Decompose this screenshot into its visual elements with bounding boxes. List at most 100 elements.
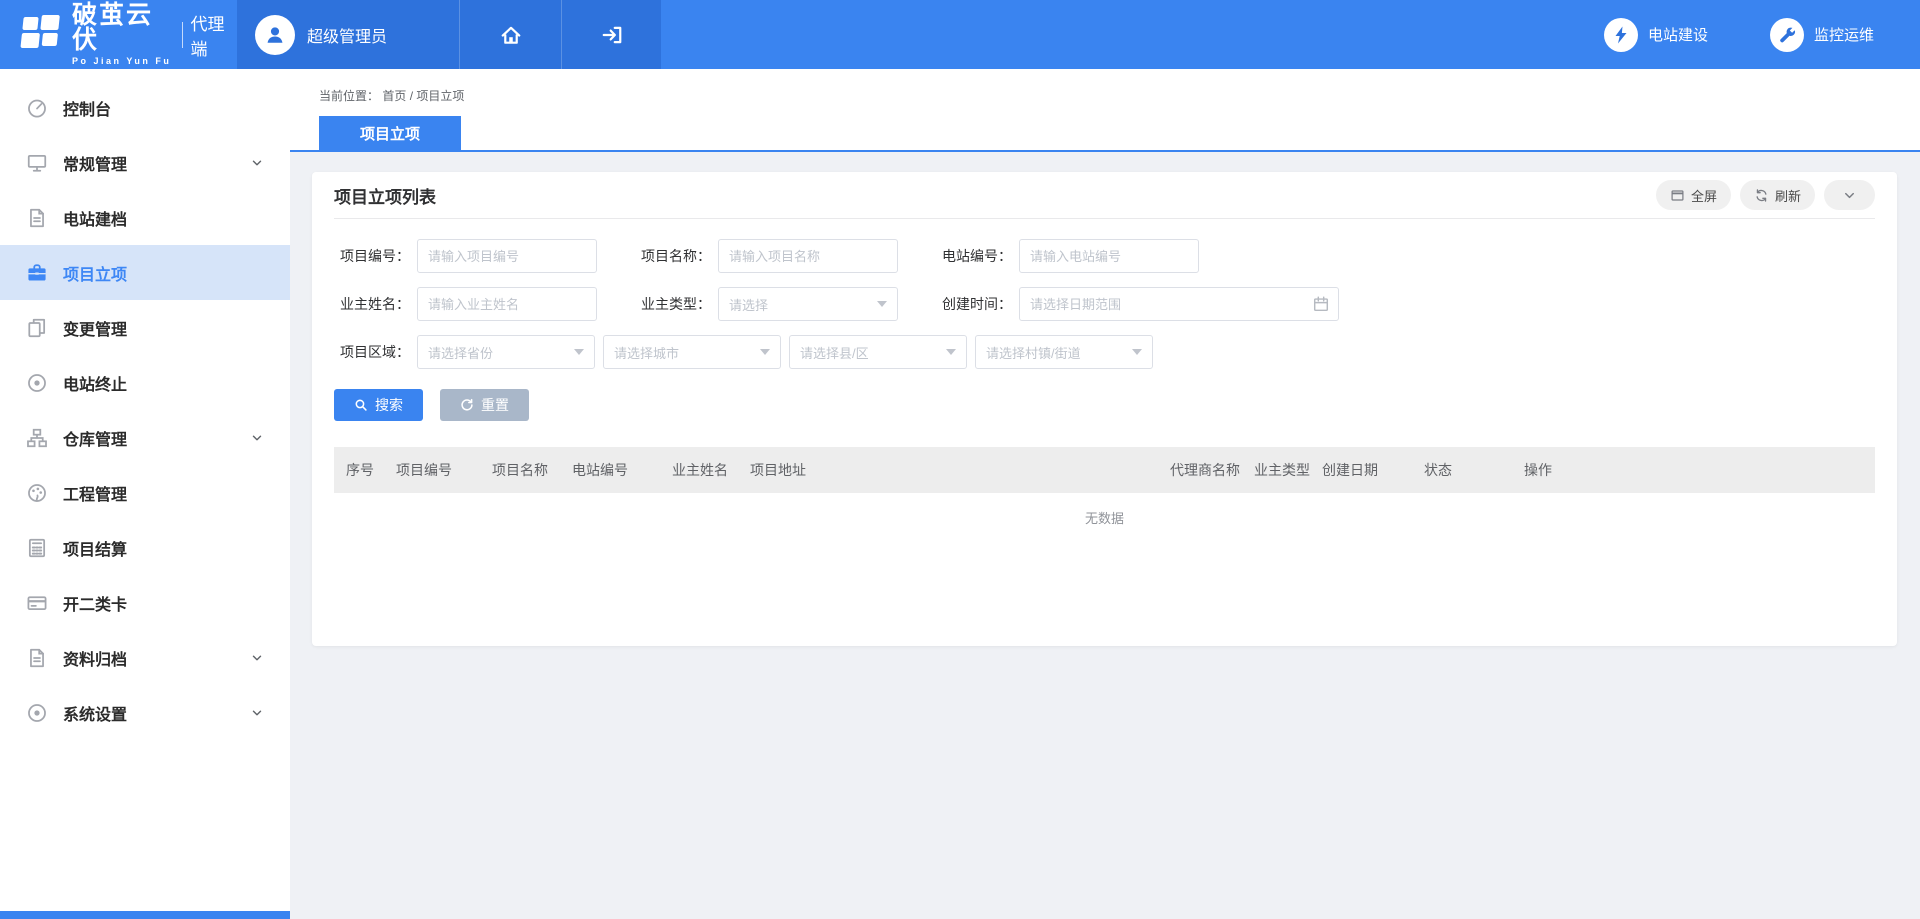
col-create-date: 创建日期 [1310, 460, 1412, 480]
brand-subtitle: Po Jian Yun Fu [72, 57, 172, 66]
project-name-input[interactable] [718, 239, 898, 273]
township-select[interactable]: 请选择村镇/街道 [975, 335, 1153, 369]
date-range-input[interactable] [1019, 287, 1339, 321]
top-bar: 破茧云伏 Po Jian Yun Fu 代理端 超级管理员 [0, 0, 1920, 69]
palette-icon [26, 482, 48, 504]
city-select[interactable]: 请选择城市 [603, 335, 781, 369]
wrench-icon [1770, 18, 1804, 52]
caret-down-icon [946, 349, 956, 355]
monitor-ops-action[interactable]: 监控运维 [1770, 18, 1874, 52]
reset-button[interactable]: 重置 [440, 389, 529, 421]
collapse-panel-button[interactable] [1824, 180, 1875, 210]
caret-down-icon [877, 301, 887, 307]
search-button[interactable]: 搜索 [334, 389, 423, 421]
project-code-input[interactable] [417, 239, 597, 273]
project-table: 序号 项目编号 项目名称 电站编号 业主姓名 项目地址 代理商名称 业主类型 创… [334, 447, 1875, 541]
logout-icon [601, 24, 623, 46]
breadcrumb-prefix: 当前位置： [319, 89, 379, 103]
station-build-label: 电站建设 [1648, 24, 1708, 45]
refresh-icon [1754, 188, 1769, 203]
region-label: 项目区域： [334, 342, 410, 362]
user-menu[interactable]: 超级管理员 [237, 0, 459, 69]
project-name-label: 项目名称： [635, 246, 711, 266]
user-name: 超级管理员 [307, 23, 387, 47]
portal-label: 代理端 [191, 10, 237, 60]
col-owner-name: 业主姓名 [660, 460, 738, 480]
project-code-label: 项目编号： [334, 246, 410, 266]
create-time-label: 创建时间： [936, 294, 1012, 314]
target-icon [26, 372, 48, 394]
col-station-code: 电站编号 [560, 460, 660, 480]
owner-type-select[interactable]: 请选择 [718, 287, 898, 321]
refresh-button[interactable]: 刷新 [1740, 180, 1815, 210]
briefcase-icon [26, 262, 48, 284]
user-icon [263, 23, 287, 47]
search-icon [354, 398, 368, 412]
caret-down-icon [760, 349, 770, 355]
col-agent-name: 代理商名称 [1158, 460, 1242, 480]
province-select[interactable]: 请选择省份 [417, 335, 595, 369]
col-project-address: 项目地址 [738, 460, 1158, 480]
home-button[interactable] [459, 0, 561, 69]
monitor-ops-label: 监控运维 [1814, 24, 1874, 45]
reset-icon [460, 398, 474, 412]
gauge-icon [26, 97, 48, 119]
sidebar-item-change-management[interactable]: 变更管理 [0, 300, 290, 355]
col-project-name: 项目名称 [480, 460, 560, 480]
chevron-down-icon [1842, 188, 1857, 203]
sidebar-item-general-management[interactable]: 常规管理 [0, 135, 290, 190]
col-owner-type: 业主类型 [1242, 460, 1310, 480]
col-actions: 操作 [1512, 460, 1875, 480]
home-icon [500, 24, 522, 46]
sidebar-item-open-type2-card[interactable]: 开二类卡 [0, 575, 290, 630]
copy-icon [26, 317, 48, 339]
chevron-down-icon [250, 706, 264, 720]
table-header-row: 序号 项目编号 项目名称 电站编号 业主姓名 项目地址 代理商名称 业主类型 创… [334, 447, 1875, 493]
sitemap-icon [26, 427, 48, 449]
document-icon [26, 207, 48, 229]
sidebar-item-data-archive[interactable]: 资料归档 [0, 630, 290, 685]
lightning-icon [1604, 18, 1638, 52]
brand-area: 破茧云伏 Po Jian Yun Fu 代理端 [0, 0, 237, 69]
station-code-label: 电站编号： [936, 246, 1012, 266]
divider [182, 22, 183, 48]
station-code-input[interactable] [1019, 239, 1199, 273]
owner-name-input[interactable] [417, 287, 597, 321]
sidebar-item-station-archive[interactable]: 电站建档 [0, 190, 290, 245]
fullscreen-icon [1670, 188, 1685, 203]
monitor-icon [26, 152, 48, 174]
col-index: 序号 [334, 460, 384, 480]
target-icon [26, 702, 48, 724]
chevron-down-icon [250, 651, 264, 665]
page-title: 项目立项列表 [334, 183, 436, 208]
col-project-code: 项目编号 [384, 460, 480, 480]
caret-down-icon [574, 349, 584, 355]
caret-down-icon [1132, 349, 1142, 355]
sidebar-item-system-settings[interactable]: 系统设置 [0, 685, 290, 740]
brand-logo-icon [16, 14, 62, 56]
sidebar-item-engineering-management[interactable]: 工程管理 [0, 465, 290, 520]
document-icon [26, 647, 48, 669]
calculator-icon [26, 537, 48, 559]
owner-name-label: 业主姓名： [334, 294, 410, 314]
sidebar: 控制台 常规管理 电站建档 项目立项 变更管理 电站终止 [0, 69, 290, 919]
fullscreen-button[interactable]: 全屏 [1656, 180, 1731, 210]
chevron-down-icon [250, 156, 264, 170]
sidebar-item-project-initiation[interactable]: 项目立项 [0, 245, 290, 300]
brand-title: 破茧云伏 [72, 3, 172, 53]
col-status: 状态 [1412, 460, 1512, 480]
sidebar-item-console[interactable]: 控制台 [0, 80, 290, 135]
county-select[interactable]: 请选择县/区 [789, 335, 967, 369]
sidebar-item-station-termination[interactable]: 电站终止 [0, 355, 290, 410]
chevron-down-icon [250, 431, 264, 445]
sidebar-item-project-settlement[interactable]: 项目结算 [0, 520, 290, 575]
project-list-panel: 项目立项列表 全屏 刷新 [312, 172, 1897, 646]
breadcrumb: 当前位置： 首页 / 项目立项 [319, 87, 1920, 103]
sidebar-footer-bar [0, 911, 290, 919]
logout-button[interactable] [561, 0, 661, 69]
tab-project-initiation[interactable]: 项目立项 [319, 116, 461, 150]
sidebar-item-warehouse-management[interactable]: 仓库管理 [0, 410, 290, 465]
breadcrumb-path[interactable]: 首页 / 项目立项 [382, 89, 464, 103]
owner-type-label: 业主类型： [635, 294, 711, 314]
station-build-action[interactable]: 电站建设 [1604, 18, 1708, 52]
